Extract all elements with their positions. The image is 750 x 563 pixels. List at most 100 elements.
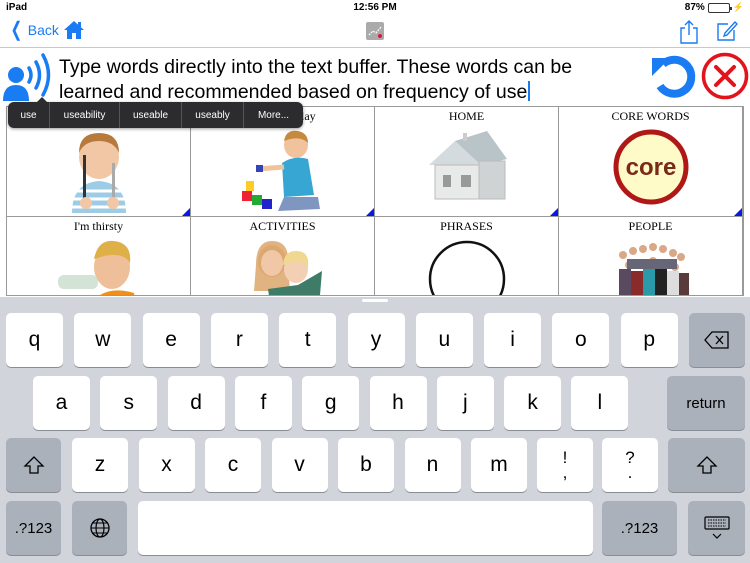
key-o[interactable]: o <box>552 313 610 367</box>
hide-keyboard-icon <box>703 516 730 539</box>
empty-circle-image <box>428 240 505 295</box>
key-n[interactable]: n <box>404 438 461 492</box>
suggestion-item[interactable]: useability <box>50 102 120 128</box>
key-c[interactable]: c <box>205 438 261 492</box>
house-image <box>428 131 507 200</box>
text-buffer[interactable]: Type words directly into the text buffer… <box>59 55 634 105</box>
suggestion-item[interactable]: use <box>8 102 50 128</box>
keyboard-drag-handle[interactable] <box>362 299 388 302</box>
cell-label: ACTIVITIES <box>249 219 316 233</box>
numbers-key-left[interactable]: .?123 <box>6 501 61 555</box>
key-t[interactable]: t <box>279 313 337 367</box>
key-f[interactable]: f <box>234 376 292 430</box>
key-x[interactable]: x <box>138 438 195 492</box>
girls-reading-image <box>253 241 322 295</box>
shift-key-right[interactable] <box>668 438 745 492</box>
share-icon <box>680 20 698 44</box>
key-k[interactable]: k <box>504 376 562 430</box>
clear-button[interactable] <box>701 52 749 105</box>
space-bar[interactable] <box>138 501 593 555</box>
key-h[interactable]: h <box>369 376 427 430</box>
key-s[interactable]: s <box>100 376 158 430</box>
shift-key-left[interactable] <box>6 438 61 492</box>
key-g[interactable]: g <box>302 376 360 430</box>
folder-indicator <box>366 208 374 216</box>
cell-label: PEOPLE <box>628 219 673 233</box>
cell-label: I'm thirsty <box>73 219 124 233</box>
globe-icon <box>89 518 110 538</box>
key-d[interactable]: d <box>167 376 225 430</box>
grid-cell-phrases[interactable]: PHRASES <box>375 217 559 295</box>
battery-icon <box>707 2 732 13</box>
key-r[interactable]: r <box>210 313 268 367</box>
message-bar: Type words directly into the text buffer… <box>0 49 750 106</box>
home-icon <box>64 21 84 39</box>
undo-icon <box>652 55 696 98</box>
core-words-image: core <box>613 129 688 205</box>
status-dot <box>378 34 382 38</box>
suggestion-item[interactable]: useable <box>120 102 182 128</box>
punct-pair: !, <box>562 449 568 482</box>
key-l[interactable]: l <box>571 376 629 430</box>
shift-icon <box>695 456 718 474</box>
key-p[interactable]: p <box>620 313 678 367</box>
key-b[interactable]: b <box>338 438 394 492</box>
backspace-icon <box>704 331 729 349</box>
status-bar: iPad 12:56 PM 87% ⚡ <box>0 0 750 16</box>
cell-label: CORE WORDS <box>611 109 690 123</box>
hide-keyboard-key[interactable] <box>688 501 745 555</box>
globe-key[interactable] <box>72 501 127 555</box>
group-of-people-image <box>618 243 689 295</box>
grid-cell-thirsty[interactable]: I'm thirsty <box>7 217 191 295</box>
chevron-left-icon: ❮ <box>10 19 23 41</box>
return-key[interactable]: return <box>667 376 745 430</box>
compose-button[interactable] <box>716 20 738 47</box>
key-y[interactable]: y <box>347 313 405 367</box>
key-z[interactable]: z <box>72 438 128 492</box>
punct-pair: ?. <box>625 449 634 482</box>
text-buffer-content: Type words directly into the text buffer… <box>59 56 573 103</box>
grid-cell-people[interactable]: PEOPLE <box>559 217 743 295</box>
punct-bottom: , <box>562 463 568 482</box>
battery-percent: 87% <box>684 2 705 13</box>
boy-drinking-image <box>57 240 134 295</box>
punct-bottom: . <box>627 463 633 482</box>
key-e[interactable]: e <box>142 313 200 367</box>
core-text: core <box>625 154 676 181</box>
boy-eating-image <box>71 133 126 213</box>
shift-icon <box>22 456 45 474</box>
backspace-key[interactable] <box>689 313 745 367</box>
cell-label: PHRASES <box>440 219 493 233</box>
folder-indicator <box>550 208 558 216</box>
cell-label: HOME <box>448 109 485 123</box>
close-circle-icon <box>701 52 749 100</box>
word-prediction-bar: use useability useable useably More... <box>8 97 303 128</box>
grid-cell-activities[interactable]: ACTIVITIES <box>191 217 375 295</box>
share-button[interactable] <box>679 19 699 50</box>
numbers-key-right[interactable]: .?123 <box>602 501 677 555</box>
key-exclaim-comma[interactable]: !, <box>537 438 593 492</box>
key-w[interactable]: w <box>74 313 132 367</box>
key-i[interactable]: i <box>484 313 542 367</box>
key-m[interactable]: m <box>471 438 527 492</box>
key-question-period[interactable]: ?. <box>602 438 658 492</box>
battery-indicator: 87% ⚡ <box>685 2 744 13</box>
key-a[interactable]: a <box>33 376 90 430</box>
symbol-grid: I'm hungry I want to play HOME <box>6 106 744 296</box>
key-u[interactable]: u <box>415 313 473 367</box>
speaking-person-icon <box>3 53 51 101</box>
folder-indicator <box>182 208 190 216</box>
nav-bar: ❮ Back <box>0 16 750 48</box>
grid-cell-home[interactable]: HOME <box>375 107 559 217</box>
suggestion-item[interactable]: useably <box>182 102 244 128</box>
back-label: Back <box>27 22 59 38</box>
key-q[interactable]: q <box>6 313 63 367</box>
charging-icon: ⚡ <box>732 2 744 12</box>
suggestion-more-button[interactable]: More... <box>244 102 303 128</box>
undo-button[interactable] <box>650 52 700 107</box>
grid-cell-core-words[interactable]: CORE WORDS core <box>559 107 743 217</box>
home-button[interactable] <box>63 20 85 45</box>
key-j[interactable]: j <box>436 376 494 430</box>
key-v[interactable]: v <box>271 438 328 492</box>
back-button[interactable]: ❮ Back <box>8 19 59 41</box>
